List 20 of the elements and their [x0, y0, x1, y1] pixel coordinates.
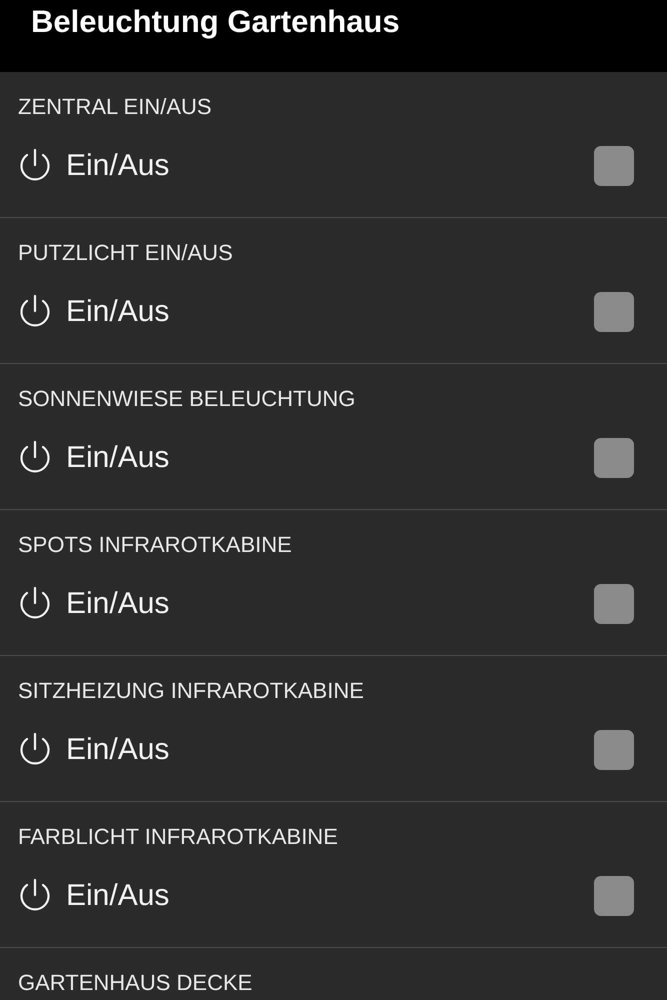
section-label: SITZHEIZUNG INFRAROTKABINE	[18, 678, 364, 704]
section-label: SPOTS INFRAROTKABINE	[18, 532, 292, 558]
checkbox[interactable]	[594, 584, 634, 624]
toggle-label: Ein/Aus	[66, 879, 170, 913]
checkbox[interactable]	[594, 146, 634, 186]
section-label: GARTENHAUS DECKE	[18, 970, 252, 996]
checkbox[interactable]	[594, 292, 634, 332]
screen-title: Beleuchtung Gartenhaus	[31, 3, 400, 41]
section-label: PUTZLICHT EIN/AUS	[18, 240, 233, 266]
section-label: ZENTRAL EIN/AUS	[18, 94, 212, 120]
toggle-label: Ein/Aus	[66, 295, 170, 329]
toggle-label: Ein/Aus	[66, 149, 170, 183]
toggle-label: Ein/Aus	[66, 733, 170, 767]
checkbox[interactable]	[594, 730, 634, 770]
toggle-label: Ein/Aus	[66, 587, 170, 621]
section-label: SONNENWIESE BELEUCHTUNG	[18, 386, 356, 412]
toggle-label: Ein/Aus	[66, 441, 170, 475]
checkbox[interactable]	[594, 876, 634, 916]
section-label: FARBLICHT INFRAROTKABINE	[18, 824, 338, 850]
checkbox[interactable]	[594, 438, 634, 478]
